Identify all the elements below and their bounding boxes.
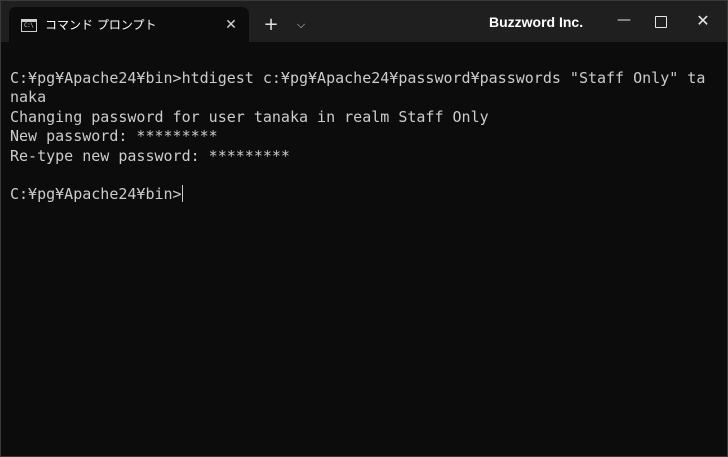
title-bar[interactable]: C:\ コマンド プロンプト ✕ + ⌵ Buzzword Inc. — ✕ <box>1 1 727 42</box>
tab-command-prompt[interactable]: C:\ コマンド プロンプト ✕ <box>9 7 249 42</box>
tab-close-icon[interactable]: ✕ <box>221 15 241 35</box>
terminal-prompt-line[interactable]: C:¥pg¥Apache24¥bin> <box>10 185 720 204</box>
terminal-line: C:¥pg¥Apache24¥bin>htdigest c:¥pg¥Apache… <box>10 69 706 87</box>
terminal-output[interactable]: C:¥pg¥Apache24¥bin>htdigest c:¥pg¥Apache… <box>10 69 720 205</box>
terminal-prompt: C:¥pg¥Apache24¥bin> <box>10 185 182 204</box>
minimize-button[interactable]: — <box>604 7 644 35</box>
terminal-line: Re-type new password: ********* <box>10 146 290 165</box>
terminal-window: C:\ コマンド プロンプト ✕ + ⌵ Buzzword Inc. — ✕ C… <box>0 0 728 457</box>
brand-label: Buzzword Inc. <box>489 14 584 30</box>
terminal-line: naka <box>10 88 47 107</box>
terminal-line: Changing password for user tanaka in rea… <box>10 107 489 126</box>
close-button[interactable]: ✕ <box>683 7 723 35</box>
tab-title: コマンド プロンプト <box>45 18 157 32</box>
new-tab-button[interactable]: + <box>259 13 283 37</box>
chevron-down-icon[interactable]: ⌵ <box>292 14 310 36</box>
text-cursor <box>181 185 183 203</box>
maximize-button[interactable] <box>641 7 681 35</box>
command-prompt-icon: C:\ <box>21 19 37 32</box>
terminal-line: New password: ********* <box>10 127 218 146</box>
command-prompt-icon-text: C:\ <box>24 22 34 29</box>
